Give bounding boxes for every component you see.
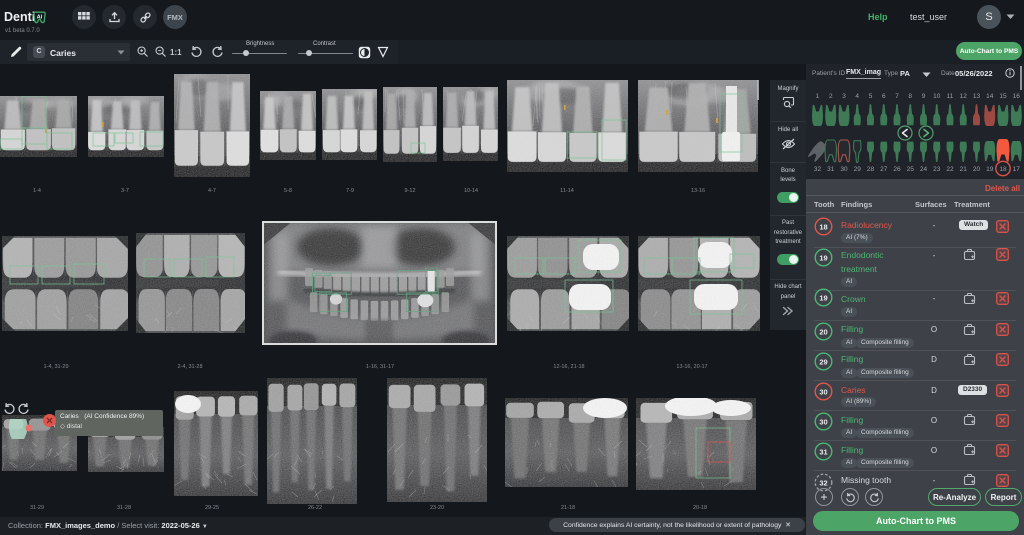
svg-text:20: 20 bbox=[819, 327, 827, 336]
svg-text:9: 9 bbox=[922, 93, 926, 100]
svg-text:29: 29 bbox=[819, 357, 827, 366]
svg-text:12: 12 bbox=[960, 93, 968, 100]
svg-text:7: 7 bbox=[895, 93, 899, 100]
svg-text:1: 1 bbox=[816, 93, 820, 100]
svg-text:2: 2 bbox=[829, 93, 833, 100]
svg-text:10: 10 bbox=[933, 93, 941, 100]
svg-text:28: 28 bbox=[867, 166, 875, 173]
svg-text:15: 15 bbox=[999, 93, 1007, 100]
svg-text:30: 30 bbox=[819, 417, 827, 426]
svg-text:11: 11 bbox=[947, 93, 954, 100]
svg-text:25: 25 bbox=[907, 166, 915, 173]
svg-text:8: 8 bbox=[908, 93, 912, 100]
svg-text:14: 14 bbox=[986, 93, 994, 100]
svg-text:32: 32 bbox=[814, 166, 822, 173]
svg-text:30: 30 bbox=[840, 166, 848, 173]
svg-text:18: 18 bbox=[819, 222, 827, 231]
svg-text:AI: AI bbox=[37, 15, 43, 21]
svg-text:17: 17 bbox=[1013, 166, 1021, 173]
svg-text:23: 23 bbox=[933, 166, 941, 173]
svg-text:31: 31 bbox=[827, 166, 835, 173]
svg-text:26: 26 bbox=[893, 166, 901, 173]
svg-text:30: 30 bbox=[819, 387, 827, 396]
svg-text:24: 24 bbox=[920, 166, 928, 173]
svg-text:18: 18 bbox=[999, 166, 1007, 173]
svg-text:3: 3 bbox=[842, 93, 846, 100]
svg-text:27: 27 bbox=[880, 166, 888, 173]
svg-text:19: 19 bbox=[819, 253, 827, 262]
svg-text:22: 22 bbox=[946, 166, 954, 173]
svg-text:4: 4 bbox=[855, 93, 859, 100]
svg-text:29: 29 bbox=[854, 166, 862, 173]
svg-text:32: 32 bbox=[819, 478, 827, 487]
svg-text:21: 21 bbox=[960, 166, 968, 173]
svg-text:31: 31 bbox=[819, 447, 827, 456]
svg-text:13: 13 bbox=[973, 93, 981, 100]
svg-text:20: 20 bbox=[973, 166, 981, 173]
svg-text:19: 19 bbox=[819, 293, 827, 302]
svg-text:5: 5 bbox=[869, 93, 873, 100]
svg-text:6: 6 bbox=[882, 93, 886, 100]
svg-text:16: 16 bbox=[1013, 93, 1021, 100]
svg-text:19: 19 bbox=[986, 166, 994, 173]
